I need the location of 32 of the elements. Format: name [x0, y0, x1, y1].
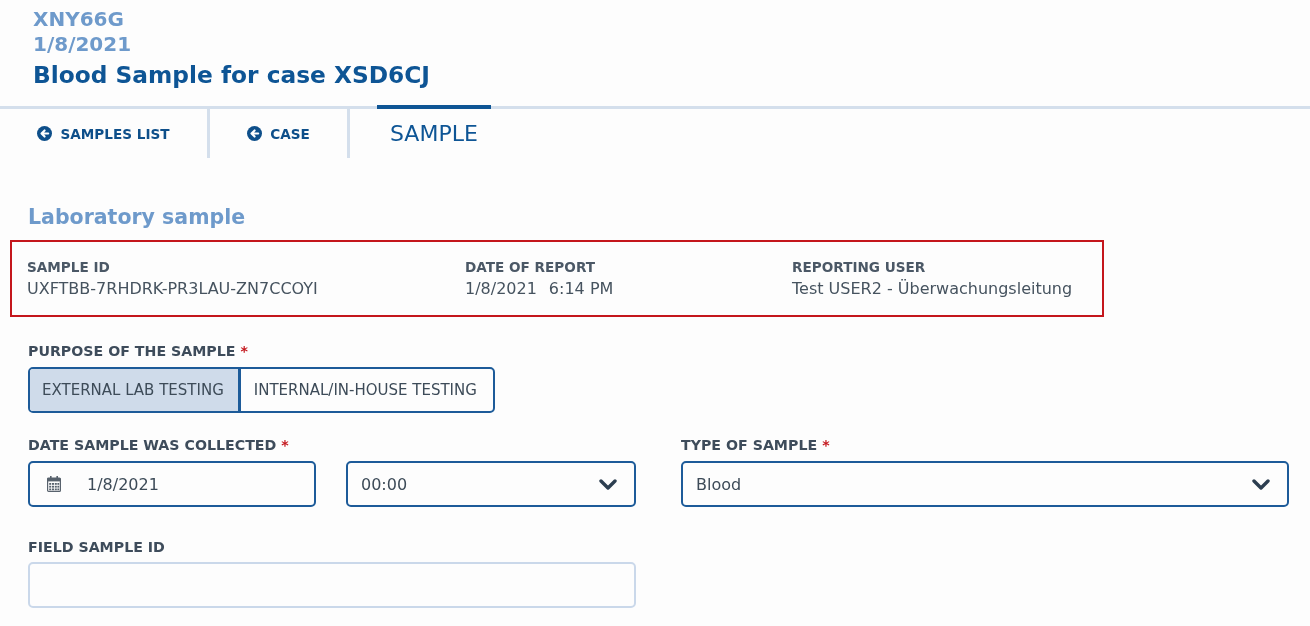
sample-date: 1/8/2021	[33, 32, 132, 57]
nav-tab[interactable]: SAMPLE	[377, 105, 491, 158]
arrow-circle-icon	[247, 126, 263, 141]
required-asterisk: *	[822, 436, 830, 454]
field-label: DATE SAMPLE WAS COLLECTED	[28, 436, 277, 454]
date-field[interactable]: 1/8/2021	[28, 461, 316, 507]
info-label: DATE OF REPORT	[465, 258, 596, 276]
info-label: REPORTING USER	[792, 258, 926, 276]
nav-tab[interactable]: CASE	[210, 106, 347, 158]
required-asterisk: *	[240, 342, 248, 360]
purpose-option[interactable]: EXTERNAL LAB TESTING	[30, 369, 238, 411]
info-value: 6:14 PM	[548, 278, 614, 299]
field-label: TYPE OF SAMPLE	[681, 436, 818, 454]
info-value: UXFTBB-7RHDRK-PR3LAU-ZN7CCOYI	[27, 278, 318, 299]
field-label: PURPOSE OF THE SAMPLE	[28, 342, 236, 360]
chevron-down-icon	[1252, 478, 1270, 490]
info-value: Test USER2 - Überwachungsleitung	[792, 278, 1073, 299]
case-code: XNY66G	[33, 7, 124, 32]
field-label: FIELD SAMPLE ID	[28, 538, 165, 556]
calendar-icon	[47, 476, 61, 492]
nav-tab[interactable]: SAMPLES LIST	[0, 106, 207, 158]
info-value: 1/8/2021	[465, 278, 537, 299]
arrow-circle-icon	[37, 126, 53, 141]
required-asterisk: *	[281, 436, 289, 454]
field-sample-id-input[interactable]	[28, 562, 636, 608]
chevron-down-icon	[599, 478, 617, 490]
page-title: Blood Sample for case XSD6CJ	[33, 60, 430, 90]
time-select[interactable]: 00:00	[346, 461, 636, 507]
info-label: SAMPLE ID	[27, 258, 110, 276]
section-title: Laboratory sample	[28, 205, 246, 229]
purpose-option[interactable]: INTERNAL/IN-HOUSE TESTING	[237, 369, 493, 411]
sample-type-select[interactable]: Blood	[681, 461, 1289, 507]
